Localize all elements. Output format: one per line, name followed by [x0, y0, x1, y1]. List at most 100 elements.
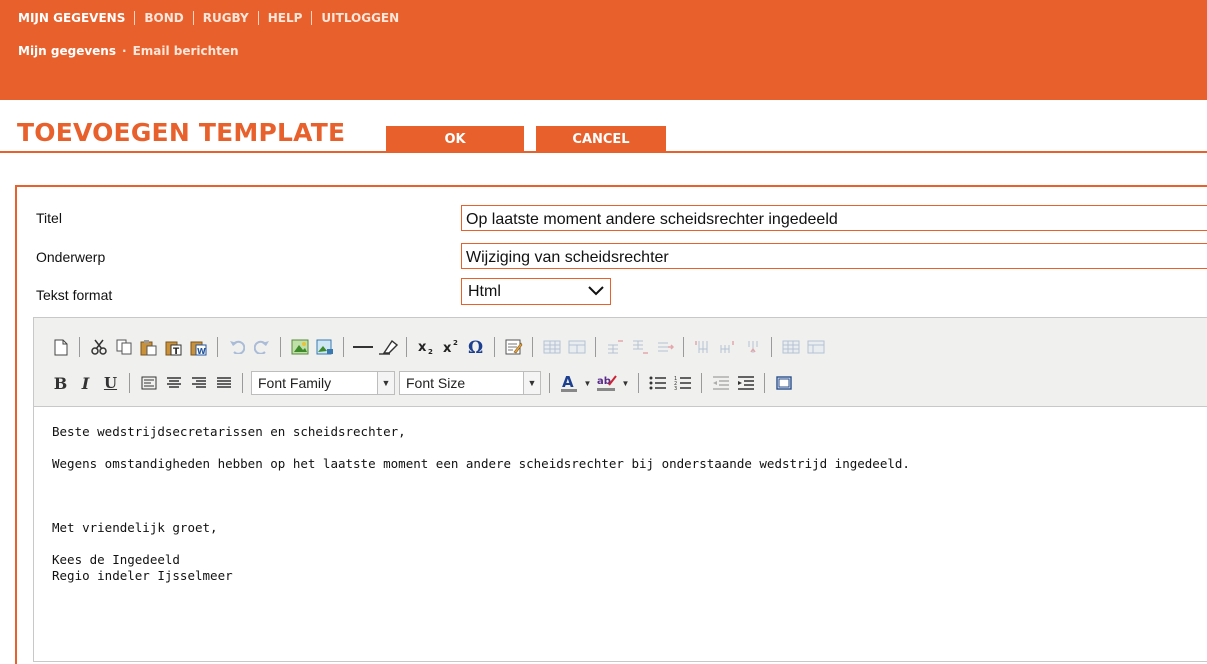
toolbar-row-2: B I U Font Family ▼ Font Size ▼ A ▼ ab ▼ [48, 370, 796, 396]
menu-help[interactable]: HELP [268, 11, 303, 25]
underline-icon[interactable]: U [100, 372, 122, 394]
new-document-icon[interactable] [50, 336, 72, 358]
submenu-email-berichten[interactable]: Email berichten [133, 44, 239, 58]
align-center-icon[interactable] [163, 372, 185, 394]
tekst-format-label: Tekst format [36, 287, 113, 303]
toolbar-separator [701, 373, 702, 393]
toolbar-separator [217, 337, 218, 357]
edit-html-icon[interactable] [503, 336, 525, 358]
bold-icon[interactable]: B [50, 372, 72, 394]
undo-icon[interactable] [226, 336, 248, 358]
tekst-format-value: Html [468, 282, 501, 300]
title-divider [0, 151, 1207, 153]
font-color-icon[interactable]: A [558, 372, 580, 394]
menu-mijn-gegevens[interactable]: MIJN GEGEVENS [18, 11, 125, 25]
dropdown-arrow-icon: ▼ [523, 372, 540, 394]
content-line-name: Kees de Ingedeeld [52, 552, 180, 567]
merge-cells-icon[interactable] [805, 336, 827, 358]
titel-input[interactable] [461, 205, 1207, 231]
insert-col-before-icon[interactable] [692, 336, 714, 358]
svg-text:Ω: Ω [468, 339, 483, 355]
page-title: TOEVOEGEN TEMPLATE [17, 118, 346, 147]
table-props-icon[interactable] [566, 336, 588, 358]
toolbar-separator [242, 373, 243, 393]
split-cells-icon[interactable] [780, 336, 802, 358]
menu-uitloggen[interactable]: UITLOGGEN [321, 11, 399, 25]
font-family-select[interactable]: Font Family ▼ [251, 371, 395, 395]
rich-text-editor: T W x2 x2 Ω B I U Font Family ▼ Font Siz… [33, 317, 1207, 662]
subscript-icon[interactable]: x2 [415, 336, 437, 358]
omega-icon[interactable]: Ω [465, 336, 487, 358]
svg-text:x: x [443, 341, 452, 355]
menu-separator [192, 11, 194, 25]
superscript-icon[interactable]: x2 [440, 336, 462, 358]
ok-button[interactable]: OK [386, 126, 524, 152]
numbered-list-icon[interactable]: 123 [672, 372, 694, 394]
menu-separator [134, 11, 136, 25]
highlight-color-icon[interactable]: ab [596, 372, 618, 394]
eraser-icon[interactable] [377, 336, 399, 358]
menu-rugby[interactable]: RUGBY [203, 11, 249, 25]
align-right-icon[interactable] [188, 372, 210, 394]
insert-row-before-icon[interactable] [604, 336, 626, 358]
outdent-icon[interactable] [710, 372, 732, 394]
menu-bond[interactable]: BOND [144, 11, 183, 25]
font-size-label: Font Size [406, 375, 466, 391]
cancel-button[interactable]: CANCEL [536, 126, 668, 152]
font-size-select[interactable]: Font Size ▼ [399, 371, 541, 395]
fullscreen-icon[interactable] [773, 372, 795, 394]
content-line-body: Wegens omstandigheden hebben op het laat… [52, 456, 910, 471]
cut-icon[interactable] [88, 336, 110, 358]
content-line-closing: Met vriendelijk groet, [52, 520, 218, 535]
toolbar-separator [549, 373, 550, 393]
delete-col-icon[interactable] [742, 336, 764, 358]
redo-icon[interactable] [251, 336, 273, 358]
highlight-color-dropdown-icon[interactable]: ▼ [621, 372, 631, 394]
submenu-separator: · [122, 44, 127, 58]
italic-icon[interactable]: I [75, 372, 97, 394]
font-family-label: Font Family [258, 375, 332, 391]
align-left-icon[interactable] [138, 372, 160, 394]
insert-row-after-icon[interactable] [629, 336, 651, 358]
insert-table-icon[interactable] [541, 336, 563, 358]
indent-icon[interactable] [735, 372, 757, 394]
onderwerp-input[interactable] [461, 243, 1207, 269]
paste-text-icon[interactable]: T [163, 336, 185, 358]
svg-text:3: 3 [674, 386, 677, 390]
align-justify-icon[interactable] [213, 372, 235, 394]
delete-row-icon[interactable] [654, 336, 676, 358]
bullet-list-icon[interactable] [647, 372, 669, 394]
dropdown-arrow-icon: ▼ [377, 372, 394, 394]
submenu-mijn-gegevens[interactable]: Mijn gegevens [18, 44, 116, 58]
toolbar-separator [595, 337, 596, 357]
toolbar-row-1: T W x2 x2 Ω [48, 334, 828, 360]
tekst-format-select[interactable]: Html [461, 278, 611, 305]
content-line-greeting: Beste wedstrijdsecretarissen en scheidsr… [52, 424, 406, 439]
insert-col-after-icon[interactable] [717, 336, 739, 358]
toolbar-separator [406, 337, 407, 357]
toolbar-separator [280, 337, 281, 357]
chevron-down-icon [588, 283, 604, 301]
svg-text:2: 2 [453, 339, 458, 347]
horizontal-rule-icon[interactable] [352, 336, 374, 358]
top-navigation-bar: MIJN GEGEVENS BOND RUGBY HELP UITLOGGEN … [0, 0, 1207, 100]
copy-icon[interactable] [113, 336, 135, 358]
svg-text:2: 2 [428, 348, 433, 355]
main-menu: MIJN GEGEVENS BOND RUGBY HELP UITLOGGEN [18, 11, 399, 25]
insert-image-icon[interactable] [289, 336, 311, 358]
toolbar-separator [683, 337, 684, 357]
paste-word-icon[interactable]: W [188, 336, 210, 358]
toolbar-separator [343, 337, 344, 357]
edit-image-icon[interactable] [314, 336, 336, 358]
toolbar-separator [532, 337, 533, 357]
paste-icon[interactable] [138, 336, 160, 358]
editor-content[interactable]: Beste wedstrijdsecretarissen en scheidsr… [52, 424, 910, 584]
svg-text:A: A [562, 373, 574, 391]
svg-text:T: T [173, 347, 180, 356]
menu-separator [311, 11, 313, 25]
content-line-role: Regio indeler Ijsselmeer [52, 568, 233, 583]
onderwerp-label: Onderwerp [36, 249, 106, 265]
toolbar-separator [638, 373, 639, 393]
font-color-dropdown-icon[interactable]: ▼ [583, 372, 593, 394]
toolbar-separator [129, 373, 130, 393]
